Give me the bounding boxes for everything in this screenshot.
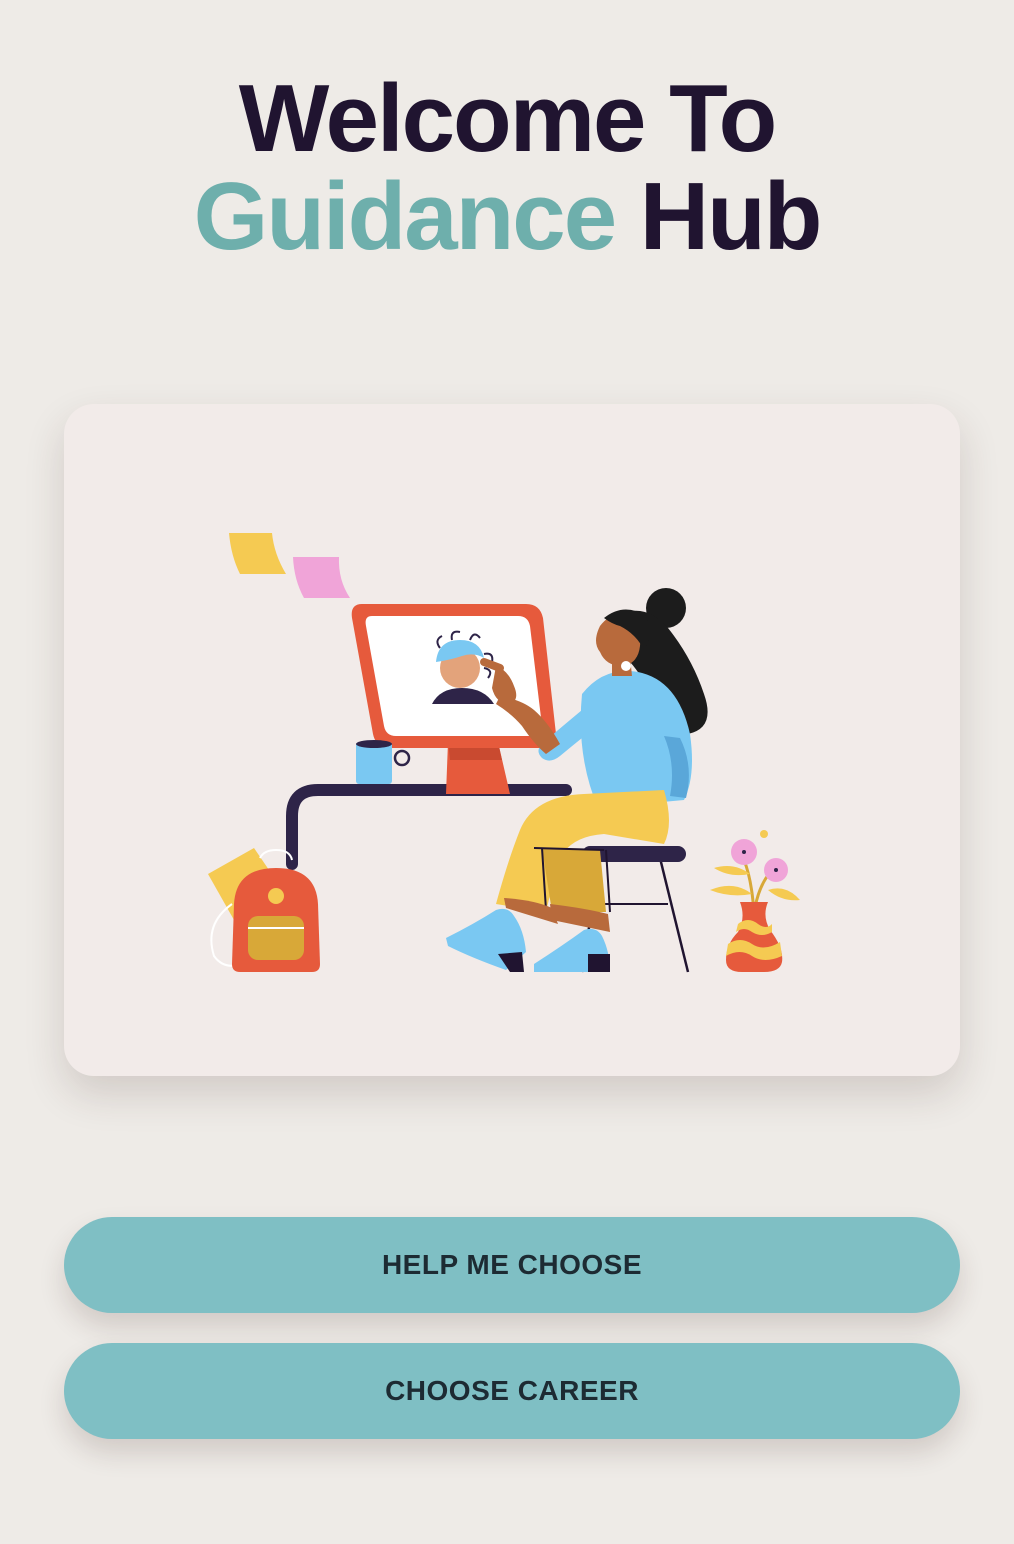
choose-career-button[interactable]: CHOOSE CAREER [64, 1343, 960, 1439]
title-brand-guidance: Guidance [193, 163, 617, 270]
flower-vase-icon [710, 830, 800, 972]
page-title: Welcome To Guidance Hub [0, 70, 1014, 266]
title-welcome: Welcome To [238, 65, 778, 172]
backpack-icon [208, 848, 320, 972]
title-brand: Guidance Hub [0, 168, 1014, 266]
hero-card [64, 404, 960, 1076]
help-me-choose-button[interactable]: HELP ME CHOOSE [64, 1217, 960, 1313]
woman-at-computer-illustration [208, 533, 800, 973]
title-brand-hub: Hub [639, 163, 823, 270]
sticky-notes-icon [229, 533, 350, 598]
